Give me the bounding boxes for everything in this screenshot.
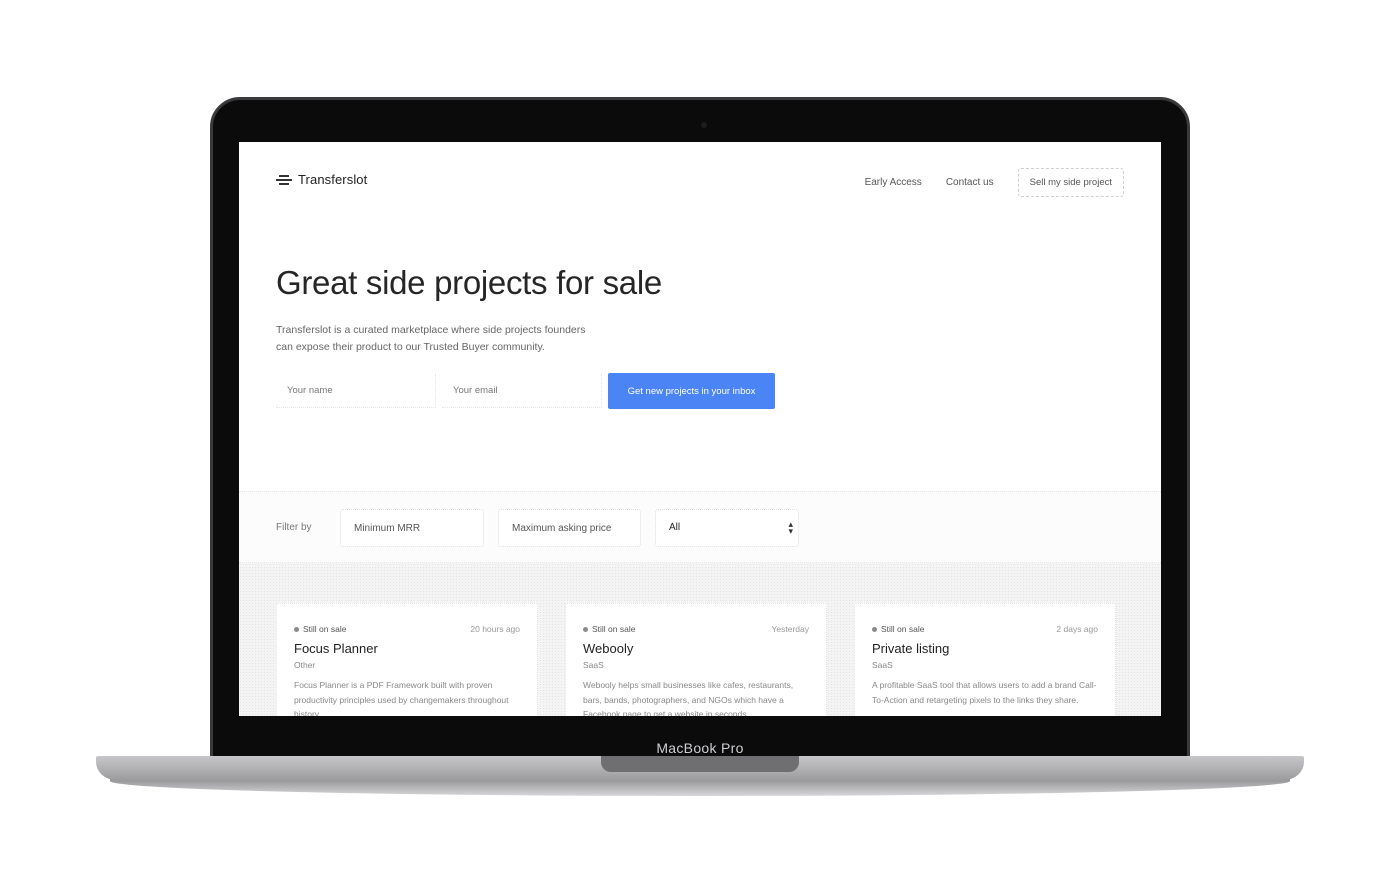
status-text: Still on sale [303,624,347,634]
status-dot-icon [872,626,877,632]
listing-category: SaaS [583,660,604,670]
hero-subtitle-line-1: Transferslot is a curated marketplace wh… [276,324,586,336]
status-badge: Still on sale [872,624,924,634]
filter-bar: Filter by Minimum MRR Maximum asking pri… [239,491,1161,563]
listing-time: 2 days ago [1056,624,1098,634]
status-text: Still on sale [592,624,636,634]
listing-card[interactable]: Still on sale 2 days ago Private listing… [854,603,1116,716]
select-arrows-icon: ▴ ▾ [788,519,793,536]
listing-description: Focus Planner is a PDF Framework built w… [294,680,509,716]
min-mrr-input[interactable]: Minimum MRR [340,509,484,547]
listing-title: Private listing [872,641,950,656]
logo[interactable]: Transferslot [276,172,367,187]
listing-description: Webooly helps small businesses like cafe… [583,680,794,716]
name-field[interactable]: Your name [276,374,436,408]
listing-card[interactable]: Still on sale 20 hours ago Focus Planner… [276,603,538,716]
camera-icon [701,122,707,128]
listing-category: Other [294,660,316,670]
email-field[interactable]: Your email [442,374,602,408]
logo-text: Transferslot [298,172,368,187]
hero-subtitle: Transferslot is a curated marketplace wh… [276,322,606,356]
status-badge: Still on sale [294,624,346,634]
screen: Transferslot Early Access Contact us Sel… [239,142,1161,716]
nav-link-early-access[interactable]: Early Access [865,177,922,188]
page-title: Great side projects for sale [276,264,662,301]
listing-title: Webooly [583,641,634,656]
nav-links: Early Access Contact us Sell my side pro… [865,168,1124,197]
filter-label: Filter by [276,522,312,533]
status-dot-icon [583,626,588,632]
listing-time: 20 hours ago [470,624,520,634]
status-dot-icon [294,626,299,632]
hero-subtitle-line-2: can expose their product to our Trusted … [276,341,545,353]
sell-project-button[interactable]: Sell my side project [1017,168,1124,197]
laptop-base-shadow [110,778,1290,796]
nav-link-contact[interactable]: Contact us [946,177,994,188]
logo-icon [276,174,292,185]
listing-description: A profitable SaaS tool that allows users… [872,680,1097,705]
laptop-notch [601,756,799,772]
status-badge: Still on sale [583,624,635,634]
listing-category: SaaS [872,660,893,670]
signup-form: Your name Your email Get new projects in… [276,373,775,409]
listing-time: Yesterday [771,624,810,634]
category-select[interactable]: All ▴ ▾ [655,509,799,547]
listings-area: Still on sale 20 hours ago Focus Planner… [239,563,1161,716]
top-nav: Transferslot Early Access Contact us Sel… [239,142,1161,222]
status-text: Still on sale [881,624,925,634]
listing-title: Focus Planner [294,641,378,656]
subscribe-button[interactable]: Get new projects in your inbox [608,373,775,409]
category-select-value: All [669,522,681,533]
device-label: MacBook Pro [656,740,744,756]
listing-card[interactable]: Still on sale Yesterday Webooly SaaS Web… [565,603,827,716]
max-price-input[interactable]: Maximum asking price [498,509,641,547]
